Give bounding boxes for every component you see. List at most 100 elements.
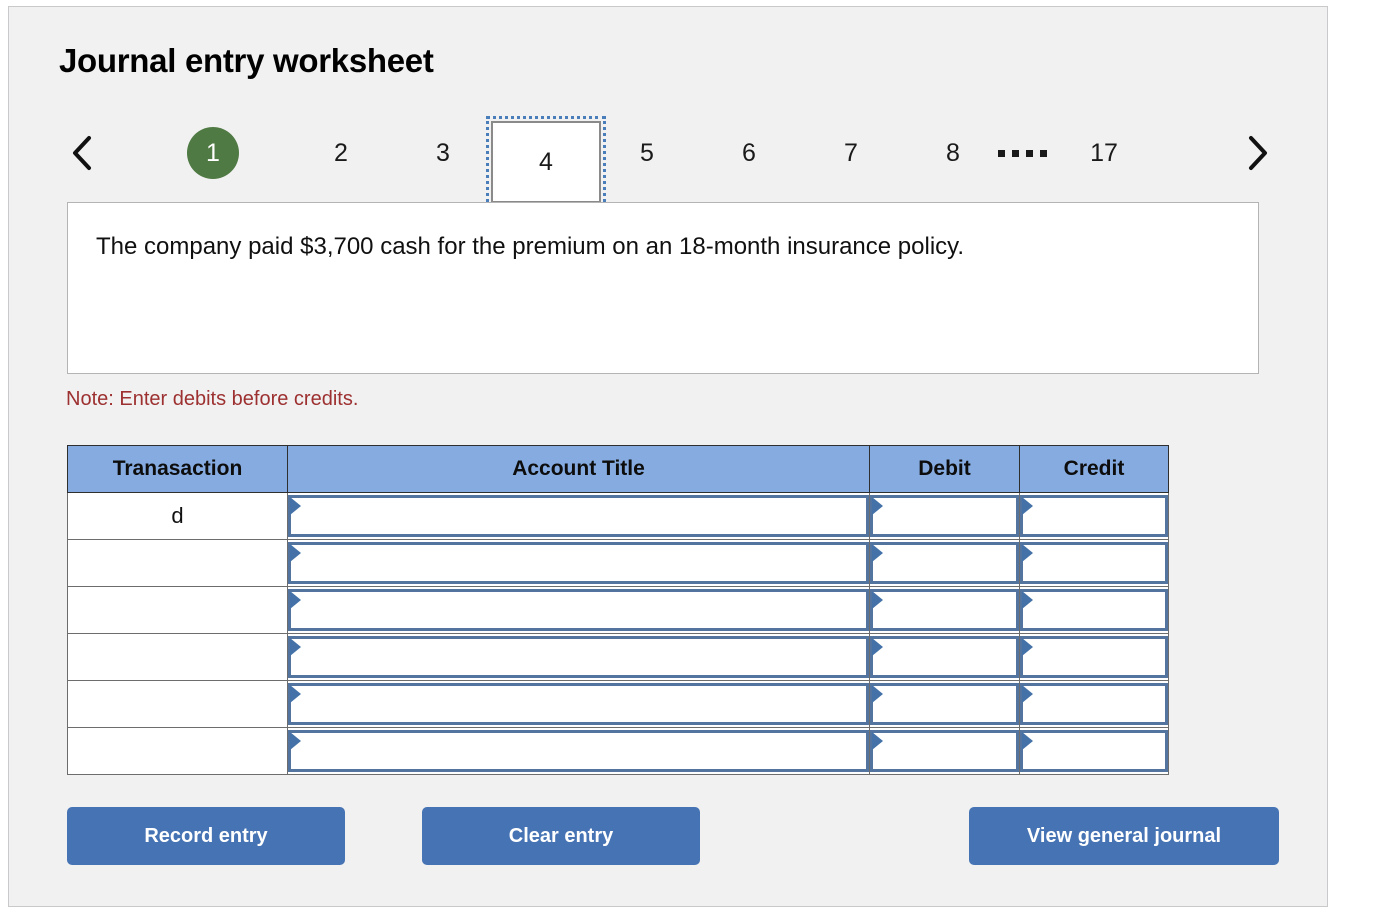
clear-entry-button[interactable]: Clear entry <box>422 807 700 865</box>
credit-dropdown-input[interactable] <box>1020 636 1168 678</box>
debit-dropdown-input[interactable] <box>870 542 1019 584</box>
dropdown-marker-icon <box>290 497 301 515</box>
cell-debit <box>869 539 1020 587</box>
cell-credit <box>1019 727 1169 775</box>
dropdown-marker-icon <box>290 638 301 656</box>
dropdown-marker-icon <box>290 591 301 609</box>
record-entry-button[interactable]: Record entry <box>67 807 345 865</box>
dropdown-marker-icon <box>872 544 883 562</box>
journal-entry-table: Tranasaction Account Title Debit Credit … <box>67 445 1169 775</box>
credit-dropdown-input[interactable] <box>1020 542 1168 584</box>
debit-dropdown-input[interactable] <box>870 683 1019 725</box>
cell-credit <box>1019 633 1169 681</box>
cell-transaction[interactable] <box>67 680 288 728</box>
dropdown-marker-icon <box>872 638 883 656</box>
debit-dropdown-input[interactable] <box>870 495 1019 537</box>
dropdown-marker-icon <box>290 732 301 750</box>
cell-debit <box>869 680 1020 728</box>
cell-credit <box>1019 539 1169 587</box>
dropdown-marker-icon <box>1022 732 1033 750</box>
dropdown-marker-icon <box>1022 544 1033 562</box>
cell-debit <box>869 586 1020 634</box>
account-title-dropdown-input[interactable] <box>288 683 869 725</box>
credit-dropdown-input[interactable] <box>1020 730 1168 772</box>
credit-dropdown-input[interactable] <box>1020 683 1168 725</box>
next-page-button[interactable] <box>1234 117 1280 189</box>
cell-account-title <box>287 586 870 634</box>
pagination-item-3[interactable]: 3 <box>413 117 473 189</box>
pagination-item-2[interactable]: 2 <box>311 117 371 189</box>
account-title-dropdown-input[interactable] <box>288 495 869 537</box>
ellipsis-dot <box>1025 149 1033 157</box>
cell-transaction[interactable] <box>67 539 288 587</box>
cell-account-title <box>287 727 870 775</box>
cell-credit <box>1019 680 1169 728</box>
credit-dropdown-input[interactable] <box>1020 495 1168 537</box>
table-row <box>67 586 1169 634</box>
debit-dropdown-input[interactable] <box>870 636 1019 678</box>
column-header-transaction: Tranasaction <box>67 445 288 493</box>
chevron-left-icon <box>71 134 93 172</box>
pagination-item-7[interactable]: 7 <box>821 117 881 189</box>
pagination-item-1[interactable]: 1 <box>187 117 239 189</box>
transaction-prompt-box: The company paid $3,700 cash for the pre… <box>67 202 1259 374</box>
chevron-right-icon <box>1246 134 1268 172</box>
table-header-row: Tranasaction Account Title Debit Credit <box>67 445 1169 493</box>
dropdown-marker-icon <box>1022 685 1033 703</box>
table-row <box>67 633 1169 681</box>
account-title-dropdown-input[interactable] <box>288 589 869 631</box>
account-title-dropdown-input[interactable] <box>288 542 869 584</box>
dropdown-marker-icon <box>872 732 883 750</box>
cell-credit <box>1019 586 1169 634</box>
cell-transaction[interactable] <box>67 586 288 634</box>
cell-account-title <box>287 539 870 587</box>
table-row <box>67 727 1169 775</box>
account-title-dropdown-input[interactable] <box>288 636 869 678</box>
ellipsis-dot <box>997 149 1005 157</box>
dropdown-marker-icon <box>290 544 301 562</box>
pagination-item-5[interactable]: 5 <box>617 117 677 189</box>
cell-transaction[interactable] <box>67 633 288 681</box>
debit-dropdown-input[interactable] <box>870 730 1019 772</box>
cell-credit <box>1019 492 1169 540</box>
dropdown-marker-icon <box>1022 591 1033 609</box>
previous-page-button[interactable] <box>59 117 105 189</box>
credit-dropdown-input[interactable] <box>1020 589 1168 631</box>
dropdown-marker-icon <box>872 497 883 515</box>
dropdown-marker-icon <box>872 591 883 609</box>
account-title-dropdown-input[interactable] <box>288 730 869 772</box>
pagination-item-17[interactable]: 17 <box>1069 117 1139 189</box>
worksheet-panel: Journal entry worksheet 1 2 3 4 5 6 7 8 <box>8 6 1328 907</box>
dropdown-marker-icon <box>290 685 301 703</box>
table-row <box>67 680 1169 728</box>
transaction-prompt-text: The company paid $3,700 cash for the pre… <box>96 233 965 260</box>
cell-transaction[interactable]: d <box>67 492 288 540</box>
cell-account-title <box>287 633 870 681</box>
table-row: d <box>67 492 1169 540</box>
pagination-item-8[interactable]: 8 <box>923 117 983 189</box>
cell-account-title <box>287 680 870 728</box>
page-title: Journal entry worksheet <box>59 42 434 79</box>
pagination-badge-current: 1 <box>187 127 239 179</box>
ellipsis-dot <box>1011 149 1019 157</box>
cell-transaction[interactable] <box>67 727 288 775</box>
pagination-item-4-selected[interactable]: 4 <box>486 116 606 208</box>
pagination-item-6[interactable]: 6 <box>719 117 779 189</box>
column-header-credit: Credit <box>1019 445 1169 493</box>
table-row <box>67 539 1169 587</box>
note-text: Note: Enter debits before credits. <box>66 388 359 410</box>
pagination-ellipsis <box>977 117 1067 189</box>
dropdown-marker-icon <box>1022 638 1033 656</box>
cell-account-title <box>287 492 870 540</box>
ellipsis-dot <box>1039 149 1047 157</box>
cell-debit <box>869 633 1020 681</box>
view-general-journal-button[interactable]: View general journal <box>969 807 1279 865</box>
dropdown-marker-icon <box>872 685 883 703</box>
cell-debit <box>869 727 1020 775</box>
debit-dropdown-input[interactable] <box>870 589 1019 631</box>
dropdown-marker-icon <box>1022 497 1033 515</box>
column-header-debit: Debit <box>869 445 1020 493</box>
cell-debit <box>869 492 1020 540</box>
column-header-account-title: Account Title <box>287 445 870 493</box>
screenshot-root: Journal entry worksheet 1 2 3 4 5 6 7 8 <box>0 0 1378 920</box>
